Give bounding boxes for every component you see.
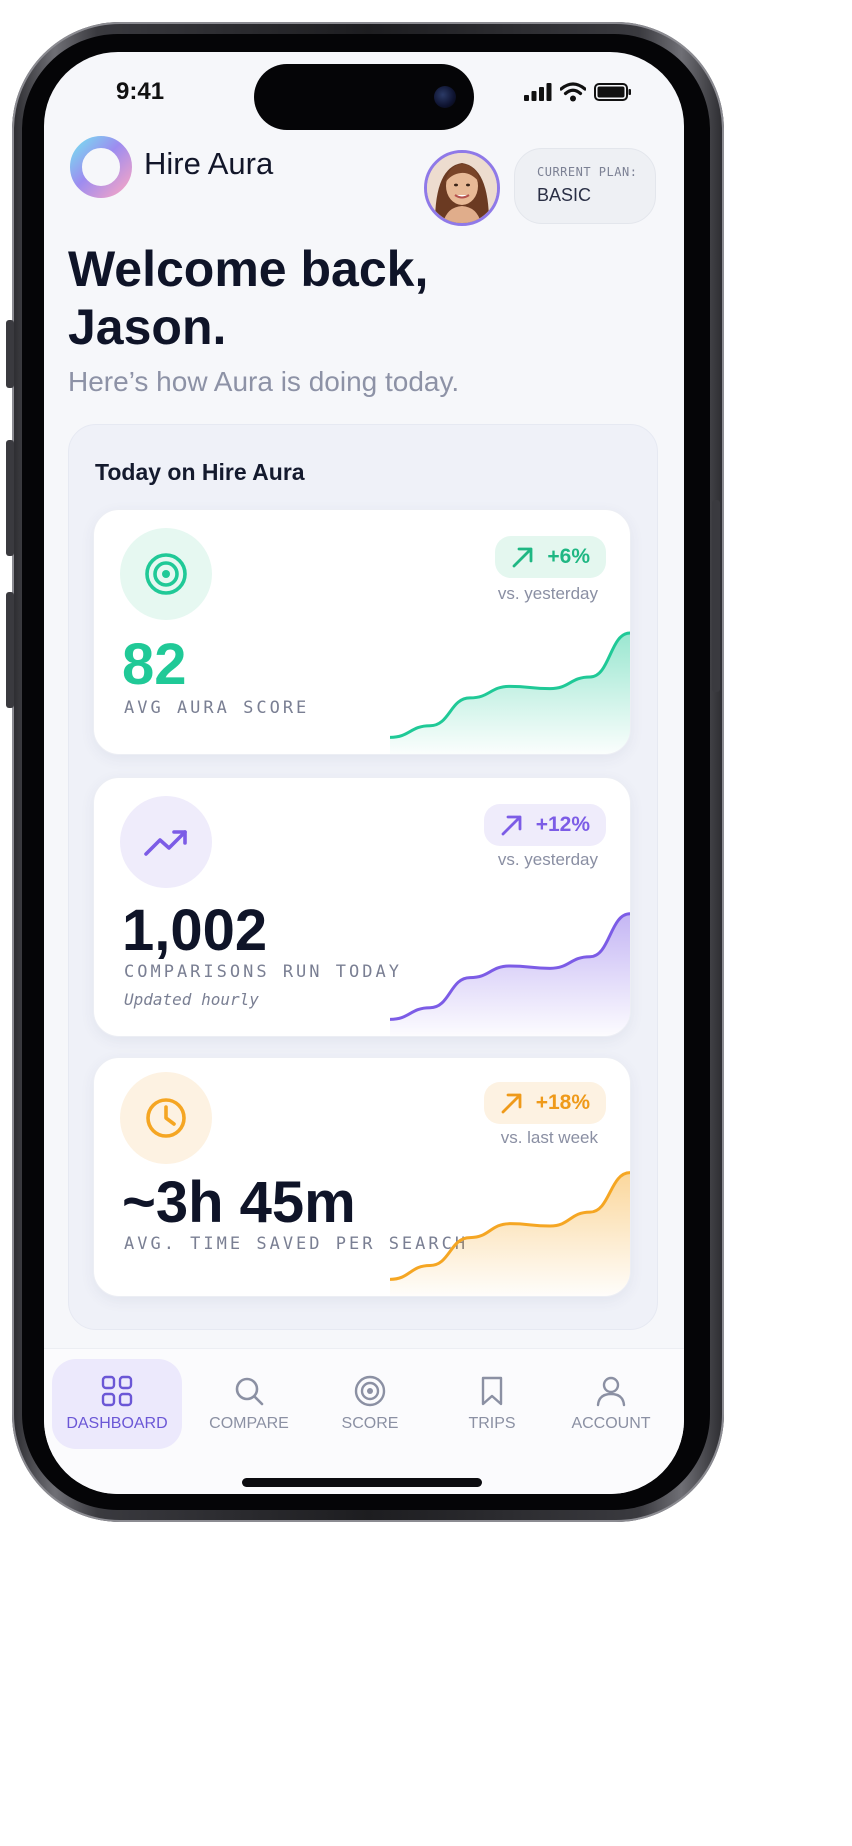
volume-down-button	[6, 592, 14, 708]
bookmark-icon	[481, 1376, 503, 1406]
today-panel: Today on Hire Aura +6% vs. yesterday 82 …	[68, 424, 658, 1330]
target-icon	[354, 1375, 386, 1407]
status-time: 9:41	[116, 78, 165, 105]
volume-up-button	[6, 440, 14, 556]
trending-up-icon	[144, 830, 187, 856]
screen: 9:41 Hire Aura CURRENT PLAN: BASIC Welco…	[44, 52, 684, 1494]
aura-logo	[70, 136, 132, 198]
tab-score[interactable]: SCORE	[305, 1359, 435, 1449]
trend-area	[390, 632, 630, 754]
tab-account[interactable]: ACCOUNT	[546, 1359, 676, 1449]
status-icons	[524, 82, 632, 102]
trend-area	[390, 1172, 630, 1296]
change-note: vs. last week	[500, 1128, 598, 1147]
avatar-image	[427, 153, 497, 223]
metric-note: Updated hourly	[124, 990, 259, 1009]
action-button	[6, 320, 14, 388]
welcome-line-1: Welcome back,	[68, 241, 429, 297]
tab-label: TRIPS	[468, 1415, 516, 1432]
time-saved-card[interactable]: +18% vs. last week ~3h 45m AVG. TIME SAV…	[93, 1057, 631, 1297]
signal-icon	[524, 83, 552, 101]
panel-title: Today on Hire Aura	[95, 459, 305, 485]
tab-label: DASHBOARD	[66, 1415, 168, 1432]
brand-name: Hire Aura	[144, 146, 274, 181]
arrow-up-right-icon	[501, 815, 522, 836]
wifi-icon	[560, 82, 586, 102]
change-value: +6%	[547, 545, 590, 568]
trend-area	[390, 913, 630, 1036]
target-icon	[145, 553, 187, 595]
avatar[interactable]	[424, 150, 500, 226]
metric-value: 82	[122, 632, 187, 697]
metric-value: ~3h 45m	[122, 1170, 356, 1235]
change-note: vs. yesterday	[497, 850, 598, 869]
change-note: vs. yesterday	[497, 584, 598, 603]
metric-label: COMPARISONS RUN TODAY	[124, 962, 402, 982]
search-icon	[235, 1377, 264, 1406]
arrow-up-right-icon	[512, 547, 533, 568]
subtitle: Here’s how Aura is doing today.	[68, 366, 460, 397]
metric-value: 1,002	[122, 898, 268, 963]
change-badge: +12%	[483, 804, 606, 846]
tab-label: ACCOUNT	[571, 1415, 651, 1432]
welcome-heading: Welcome back, Jason.	[68, 240, 628, 356]
trend-chart	[390, 912, 630, 1036]
tab-bar: DASHBOARD COMPARE SCORE TRIPS ACCOUNT	[44, 1348, 684, 1494]
plan-value: BASIC	[537, 185, 592, 205]
camera-icon	[434, 86, 456, 108]
tab-trips[interactable]: TRIPS	[427, 1359, 557, 1449]
icon-circle	[120, 1072, 212, 1164]
user-icon	[596, 1376, 626, 1407]
side-button	[712, 500, 720, 692]
trend-chart	[390, 1171, 630, 1296]
icon-circle	[120, 528, 212, 620]
current-plan-pill[interactable]: CURRENT PLAN: BASIC	[514, 148, 656, 224]
tab-label: COMPARE	[209, 1415, 289, 1432]
metric-label: AVG AURA SCORE	[124, 698, 310, 718]
dynamic-island	[254, 64, 474, 130]
comparisons-card[interactable]: +12% vs. yesterday 1,002 COMPARISONS RUN…	[93, 777, 631, 1037]
change-badge: +6%	[495, 536, 606, 578]
plan-label: CURRENT PLAN:	[537, 165, 638, 179]
change-badge: +18%	[483, 1082, 606, 1124]
change-value: +18%	[535, 1091, 590, 1114]
arrow-up-right-icon	[501, 1093, 522, 1114]
tab-label: SCORE	[341, 1415, 399, 1432]
battery-icon	[594, 83, 631, 101]
grid-icon	[101, 1375, 133, 1407]
trend-chart	[390, 631, 630, 754]
clock-icon	[146, 1098, 186, 1138]
icon-circle	[120, 796, 212, 888]
change-value: +12%	[535, 813, 590, 836]
home-indicator[interactable]	[242, 1478, 482, 1487]
tab-dashboard[interactable]: DASHBOARD	[52, 1359, 182, 1449]
tab-compare[interactable]: COMPARE	[184, 1359, 314, 1449]
welcome-line-2: Jason.	[68, 299, 227, 355]
aura-score-card[interactable]: +6% vs. yesterday 82 AVG AURA SCORE	[93, 509, 631, 755]
